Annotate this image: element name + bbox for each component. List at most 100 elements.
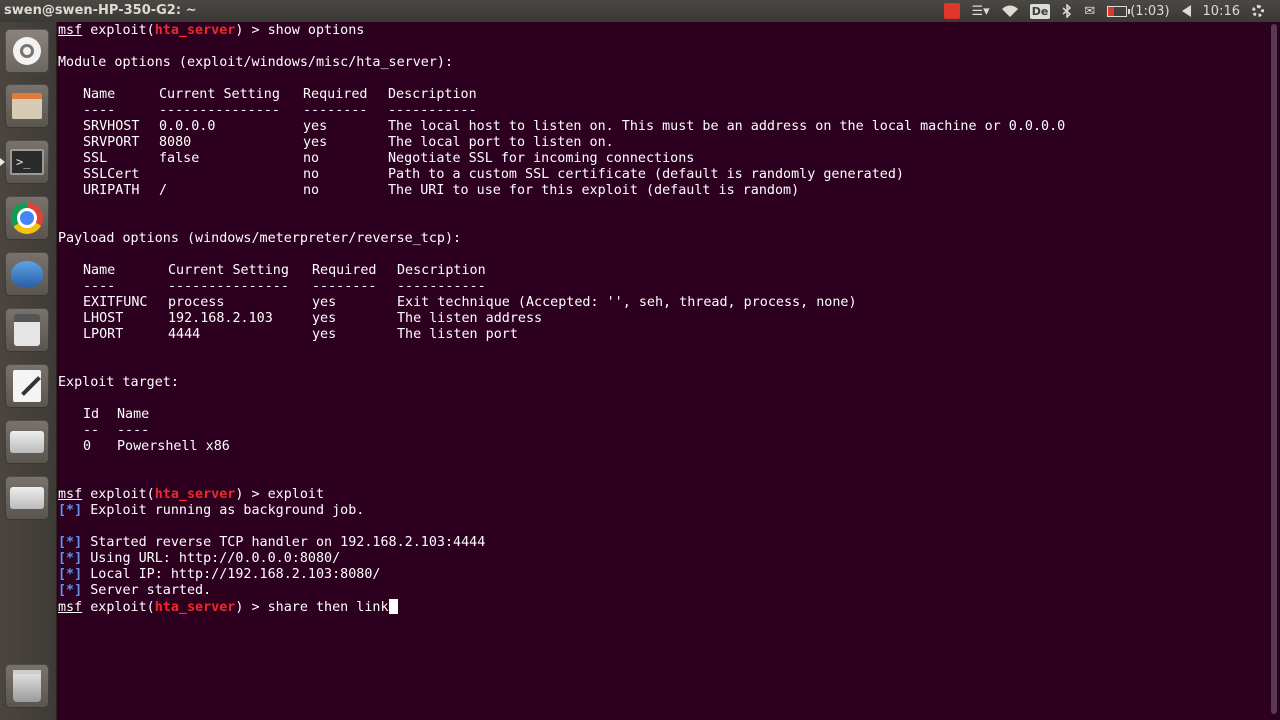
table-cell: Exit technique (Accepted: '', seh, threa… bbox=[397, 295, 857, 310]
launcher: >_ bbox=[0, 22, 57, 720]
clock[interactable]: 10:16 bbox=[1197, 0, 1246, 22]
table-cell: LHOST bbox=[83, 311, 124, 326]
red-square-icon[interactable] bbox=[938, 0, 966, 22]
calculator-icon bbox=[14, 314, 40, 346]
table-cell: The local port to listen on. bbox=[388, 135, 614, 150]
table-cell: yes bbox=[303, 135, 328, 150]
status-line: [*] Started reverse TCP handler on 192.1… bbox=[58, 535, 486, 550]
text-editor-icon bbox=[13, 370, 41, 402]
table-header: Required bbox=[312, 263, 377, 278]
table-cell: SRVPORT bbox=[83, 135, 140, 150]
table-cell: / bbox=[159, 183, 168, 198]
menu-icon[interactable]: ☰▾ bbox=[966, 0, 996, 22]
table-cell: The listen port bbox=[397, 327, 518, 342]
table-dashes: ---- bbox=[83, 103, 116, 118]
launcher-item-text-editor[interactable] bbox=[5, 364, 49, 408]
table-header: Description bbox=[388, 87, 477, 102]
keyboard-icon[interactable]: De bbox=[1024, 0, 1057, 22]
launcher-item-calculator[interactable] bbox=[5, 308, 49, 352]
window-title: swen@swen-HP-350-G2: ~ bbox=[4, 3, 197, 18]
chrome-icon bbox=[11, 202, 43, 234]
mail-icon[interactable]: ✉ bbox=[1078, 0, 1101, 22]
bluetooth-icon[interactable] bbox=[1056, 0, 1078, 22]
files-icon bbox=[12, 93, 42, 119]
thunderbird-icon bbox=[11, 261, 43, 287]
table-cell: 0 bbox=[83, 439, 92, 454]
scrollbar-thumb[interactable] bbox=[1271, 24, 1277, 714]
text-cursor bbox=[388, 599, 398, 614]
table-dashes: --------------- bbox=[168, 279, 289, 294]
volume-icon[interactable] bbox=[1176, 0, 1197, 22]
launcher-item-files[interactable] bbox=[5, 84, 49, 128]
ubuntu-icon bbox=[13, 37, 41, 65]
table-cell: yes bbox=[312, 295, 337, 310]
status-line: [*] Server started. bbox=[58, 583, 212, 598]
prompt-line-2: msf exploit(hta_server) > exploit bbox=[58, 487, 325, 502]
table-header: Required bbox=[303, 87, 368, 102]
table-cell: Powershell x86 bbox=[117, 439, 230, 454]
table-cell: The URI to use for this exploit (default… bbox=[388, 183, 800, 198]
launcher-item-disk-2[interactable] bbox=[5, 476, 49, 520]
prompt-line-3[interactable]: msf exploit(hta_server) > share then lin… bbox=[58, 599, 398, 616]
table-cell: URIPATH bbox=[83, 183, 140, 198]
command-text: exploit bbox=[267, 487, 325, 502]
module-options-title: Module options (exploit/windows/misc/hta… bbox=[58, 55, 454, 70]
table-dashes: ---- bbox=[117, 423, 150, 438]
table-cell: false bbox=[159, 151, 200, 166]
launcher-item-disk-1[interactable] bbox=[5, 420, 49, 464]
terminal-icon: >_ bbox=[10, 149, 44, 175]
status-line: [*] Local IP: http://192.168.2.103:8080/ bbox=[58, 567, 381, 582]
table-cell: EXITFUNC bbox=[83, 295, 148, 310]
disk-drive-icon bbox=[10, 487, 44, 509]
status-line: [*] Using URL: http://0.0.0.0:8080/ bbox=[58, 551, 341, 566]
table-cell: SSL bbox=[83, 151, 108, 166]
table-cell: 0.0.0.0 bbox=[159, 119, 216, 134]
table-cell: no bbox=[303, 183, 320, 198]
table-cell: Negotiate SSL for incoming connections bbox=[388, 151, 695, 166]
table-header: Description bbox=[397, 263, 486, 278]
table-cell: The listen address bbox=[397, 311, 543, 326]
launcher-item-thunderbird[interactable] bbox=[5, 252, 49, 296]
table-header: Name bbox=[83, 263, 116, 278]
terminal-scrollbar[interactable] bbox=[1268, 22, 1280, 720]
top-panel: swen@swen-HP-350-G2: ~ ☰▾ De ✉ (1:03) 10… bbox=[0, 0, 1280, 22]
table-cell: no bbox=[303, 151, 320, 166]
table-cell: SRVHOST bbox=[83, 119, 140, 134]
table-dashes: ---- bbox=[83, 279, 116, 294]
command-input: share then link bbox=[267, 600, 389, 615]
launcher-item-trash[interactable] bbox=[5, 664, 49, 708]
wifi-icon[interactable] bbox=[996, 0, 1024, 22]
table-dashes: -------- bbox=[312, 279, 377, 294]
table-cell: LPORT bbox=[83, 327, 124, 342]
table-header: Current Setting bbox=[168, 263, 289, 278]
table-cell: yes bbox=[312, 327, 337, 342]
exploit-target-title: Exploit target: bbox=[58, 375, 179, 390]
table-cell: no bbox=[303, 167, 320, 182]
command-text: show options bbox=[267, 23, 365, 38]
table-dashes: ----------- bbox=[397, 279, 486, 294]
table-cell: 4444 bbox=[168, 327, 201, 342]
table-dashes: -------- bbox=[303, 103, 368, 118]
keyboard-layout-label: De bbox=[1029, 3, 1051, 19]
table-dashes: -- bbox=[83, 423, 100, 438]
table-header: Name bbox=[117, 407, 150, 422]
gear-icon[interactable] bbox=[1246, 0, 1270, 22]
table-cell: The local host to listen on. This must b… bbox=[388, 119, 1066, 134]
table-cell: 8080 bbox=[159, 135, 192, 150]
table-cell: Path to a custom SSL certificate (defaul… bbox=[388, 167, 904, 182]
indicator-area: ☰▾ De ✉ (1:03) 10:16 bbox=[938, 0, 1271, 22]
table-cell: yes bbox=[303, 119, 328, 134]
table-cell: yes bbox=[312, 311, 337, 326]
launcher-item-terminal[interactable]: >_ bbox=[0, 140, 49, 184]
status-line: [*] Exploit running as background job. bbox=[58, 503, 365, 518]
table-header: Name bbox=[83, 87, 116, 102]
table-header: Id bbox=[83, 407, 100, 422]
launcher-item-dash[interactable] bbox=[5, 29, 49, 73]
disk-drive-icon bbox=[10, 431, 44, 453]
battery-icon[interactable]: (1:03) bbox=[1101, 0, 1175, 22]
prompt-line-1: msf exploit(hta_server) > show options bbox=[58, 23, 365, 38]
table-cell: 192.168.2.103 bbox=[168, 311, 273, 326]
terminal-window[interactable]: msf exploit(hta_server) > show options M… bbox=[57, 22, 1267, 720]
table-cell: SSLCert bbox=[83, 167, 140, 182]
launcher-item-chrome[interactable] bbox=[5, 196, 49, 240]
